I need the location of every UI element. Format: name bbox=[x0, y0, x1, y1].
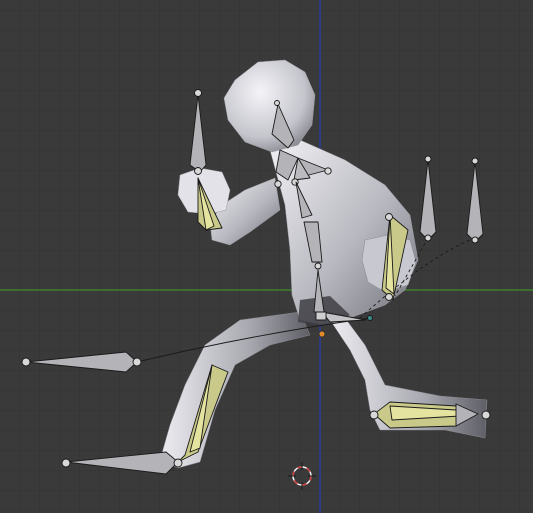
3d-viewport[interactable] bbox=[0, 0, 533, 513]
object-origin-icon[interactable] bbox=[318, 330, 326, 338]
viewport-canvas[interactable] bbox=[0, 0, 533, 513]
